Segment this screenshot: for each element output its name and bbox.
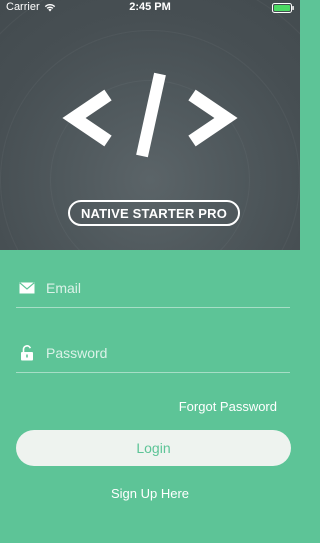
- envelope-icon: [16, 277, 38, 299]
- app-name-badge: NATIVE STARTER PRO: [68, 200, 240, 226]
- forgot-password-link[interactable]: Forgot Password: [179, 399, 277, 414]
- login-form: Forgot Password Login Sign Up Here: [0, 250, 300, 543]
- login-button[interactable]: Login: [16, 430, 291, 466]
- login-screen: Carrier 2:45 PM NATIVE STARTER PRO Email…: [0, 0, 300, 543]
- battery-icon: [272, 3, 294, 13]
- password-input[interactable]: [46, 337, 290, 368]
- sign-up-link[interactable]: Sign Up Here: [0, 486, 300, 501]
- email-field: [16, 268, 290, 308]
- header-hero: Carrier 2:45 PM NATIVE STARTER PRO: [0, 0, 300, 250]
- unlocked-padlock-icon: [16, 342, 38, 364]
- code-brackets-icon: [62, 72, 238, 158]
- status-time: 2:45 PM: [129, 1, 171, 13]
- status-bar: Carrier 2:45 PM: [0, 0, 300, 16]
- password-field: [16, 333, 290, 373]
- email-input[interactable]: [46, 272, 290, 303]
